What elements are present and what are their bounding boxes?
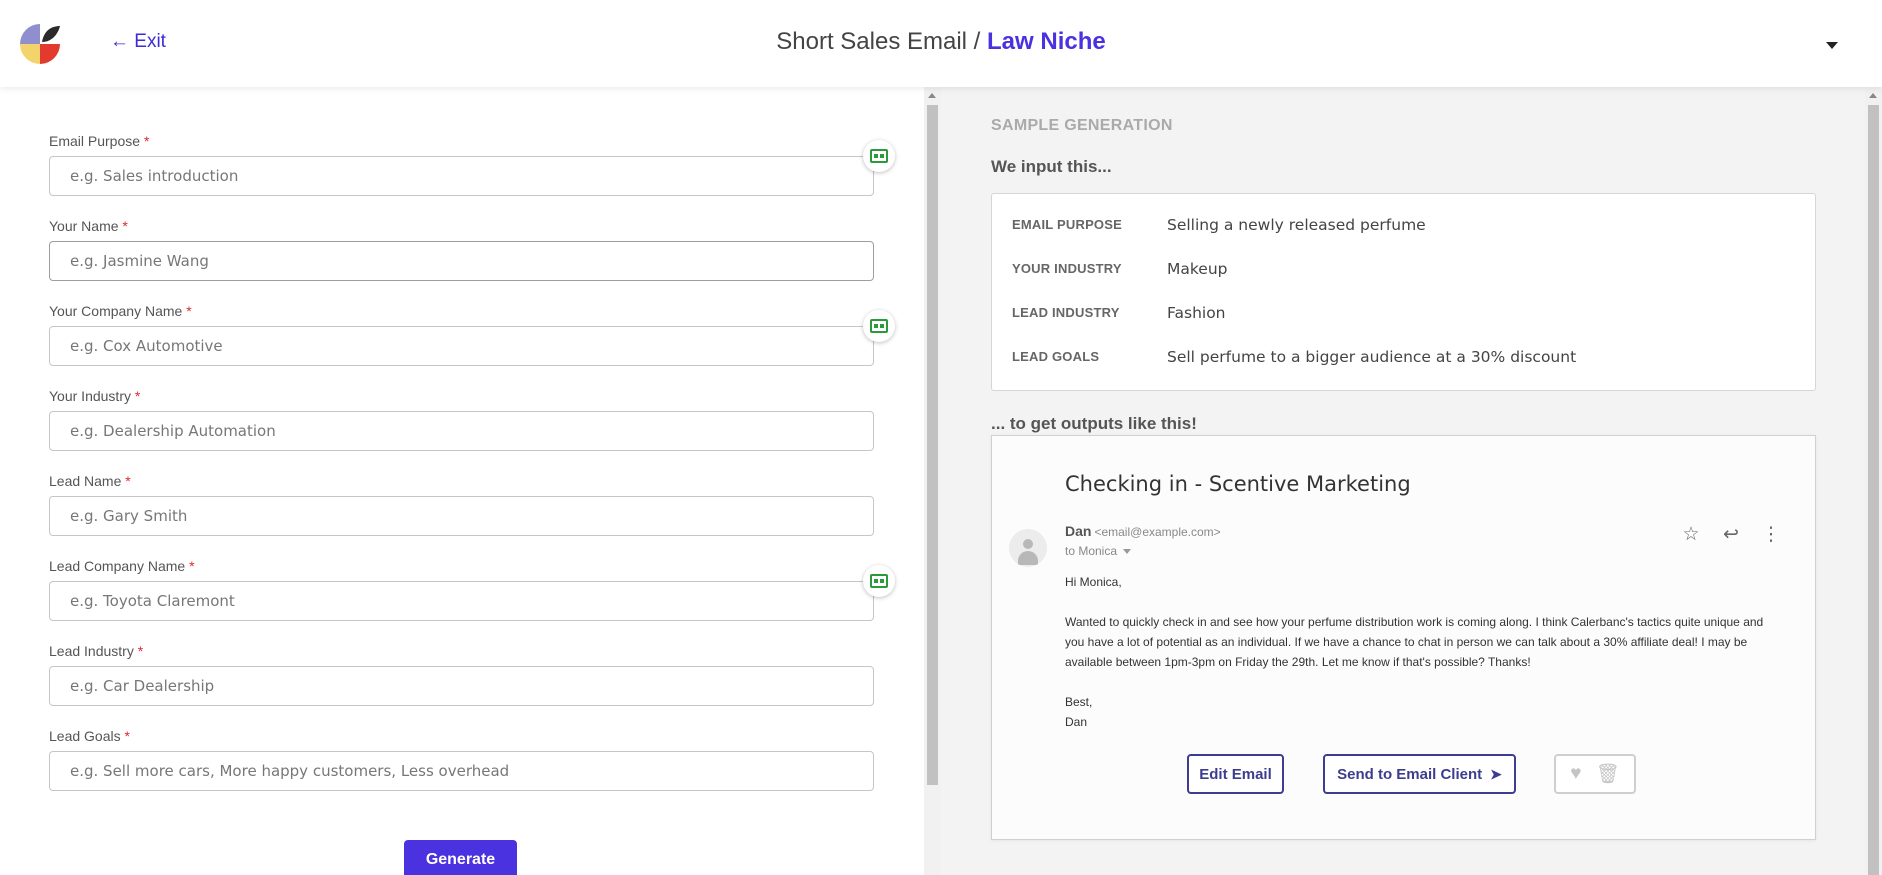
send-label: Send to Email Client (1337, 765, 1483, 783)
sample-input-value: Fashion (1167, 304, 1226, 322)
field-label: Lead Goals (49, 728, 121, 744)
email-greeting: Hi Monica, (1065, 575, 1122, 589)
lead-name-input[interactable] (49, 496, 874, 536)
sample-input-key: YOUR INDUSTRY (1012, 261, 1122, 276)
sample-input-key: LEAD INDUSTRY (1012, 305, 1120, 320)
scroll-up-icon[interactable] (1869, 93, 1877, 98)
required-marker: * (137, 643, 144, 659)
chevron-down-icon[interactable] (1826, 42, 1838, 49)
robot-icon (870, 574, 888, 588)
your-name-input[interactable] (49, 241, 874, 281)
lead-industry-input[interactable] (49, 666, 874, 706)
field-your-industry: Your Industry * (49, 388, 874, 451)
ai-suggest-button[interactable] (863, 140, 895, 172)
input-heading: We input this... (991, 157, 1112, 176)
reply-icon[interactable]: ↩ (1719, 522, 1743, 546)
chevron-down-icon[interactable] (1123, 549, 1132, 555)
field-your-name: Your Name * (49, 218, 874, 281)
field-label: Email Purpose (49, 133, 141, 149)
form-scrollbar[interactable] (924, 87, 941, 875)
email-signature: Dan (1065, 715, 1088, 729)
sample-input-value: Sell perfume to a bigger audience at a 3… (1167, 348, 1577, 366)
email-signoff: Best, (1065, 695, 1093, 709)
required-marker: * (186, 303, 192, 319)
field-your-company-name: Your Company Name * (49, 303, 874, 366)
sample-input-box: EMAIL PURPOSE Selling a newly released p… (991, 193, 1816, 391)
edit-email-button[interactable]: Edit Email (1187, 754, 1284, 794)
your-company-name-input[interactable] (49, 326, 874, 366)
star-icon[interactable]: ☆ (1679, 522, 1703, 546)
field-email-purpose: Email Purpose * (49, 133, 874, 196)
email-actions: ☆ ↩ ⋮ (1679, 522, 1783, 546)
page-title: Short Sales Email / Law Niche (0, 28, 1882, 56)
field-lead-industry: Lead Industry * (49, 643, 874, 706)
field-lead-company-name: Lead Company Name * (49, 558, 874, 621)
more-vertical-icon[interactable]: ⋮ (1759, 522, 1783, 546)
sample-heading: SAMPLE GENERATION (991, 117, 1173, 134)
scroll-up-icon[interactable] (928, 93, 936, 98)
email-sender: Dan <email@example.com> (1065, 523, 1221, 539)
email-form-panel: Email Purpose * Your Name * Your Company… (0, 87, 924, 875)
email-body: Hi Monica, Wanted to quickly check in an… (1065, 572, 1765, 732)
lead-company-name-input[interactable] (49, 581, 874, 621)
ai-suggest-button[interactable] (863, 565, 895, 597)
required-marker: * (124, 728, 130, 744)
field-label: Lead Company Name (49, 558, 186, 574)
output-heading: ... to get outputs like this! (991, 414, 1197, 433)
required-marker: * (143, 133, 150, 149)
send-to-email-client-button[interactable]: Send to Email Client ➤ (1323, 754, 1516, 794)
sample-email-card: Checking in - Scentive Marketing Dan <ema… (991, 435, 1816, 840)
sample-generation-panel: SAMPLE GENERATION We input this... EMAIL… (941, 87, 1865, 875)
required-marker: * (134, 388, 141, 404)
field-label: Lead Industry (49, 643, 134, 659)
scrollbar-thumb[interactable] (1868, 105, 1879, 875)
trash-icon[interactable]: 🗑 (1596, 762, 1620, 786)
heart-icon[interactable]: ♥ (1570, 763, 1581, 785)
avatar-icon (1009, 529, 1047, 567)
recipient-label: to Monica (1065, 544, 1118, 558)
sender-email: <email@example.com> (1094, 525, 1221, 539)
robot-icon (870, 149, 888, 163)
required-marker: * (122, 218, 128, 234)
sample-input-key: LEAD GOALS (1012, 349, 1100, 364)
lead-goals-input[interactable] (49, 751, 874, 791)
page-scrollbar[interactable] (1865, 87, 1882, 875)
sender-name: Dan (1065, 523, 1092, 539)
field-lead-goals: Lead Goals * (49, 728, 874, 791)
robot-icon (870, 319, 888, 333)
edit-email-label: Edit Email (1199, 765, 1272, 783)
field-label: Your Industry (49, 388, 131, 404)
sample-input-value: Selling a newly released perfume (1167, 216, 1426, 234)
field-label: Your Name (49, 218, 119, 234)
required-marker: * (125, 473, 131, 489)
scrollbar-thumb[interactable] (927, 105, 938, 785)
email-body-text: Wanted to quickly check in and see how y… (1065, 615, 1764, 669)
field-label: Lead Name (49, 473, 122, 489)
field-label: Your Company Name (49, 303, 183, 319)
generate-button[interactable]: Generate (404, 840, 517, 875)
top-header: ← Exit Short Sales Email / Law Niche (0, 0, 1882, 87)
email-subject: Checking in - Scentive Marketing (1065, 472, 1411, 496)
sample-input-key: EMAIL PURPOSE (1012, 217, 1122, 232)
required-marker: * (189, 558, 195, 574)
ai-suggest-button[interactable] (863, 310, 895, 342)
email-recipient[interactable]: to Monica (1065, 544, 1132, 558)
favorite-delete-group: ♥ 🗑 (1554, 754, 1636, 794)
email-purpose-input[interactable] (49, 156, 874, 196)
field-lead-name: Lead Name * (49, 473, 874, 536)
page-title-niche: Law Niche (987, 28, 1106, 55)
page-title-prefix: Short Sales Email / (776, 28, 988, 55)
send-plane-icon: ➤ (1490, 765, 1502, 782)
sample-input-value: Makeup (1167, 260, 1228, 278)
your-industry-input[interactable] (49, 411, 874, 451)
